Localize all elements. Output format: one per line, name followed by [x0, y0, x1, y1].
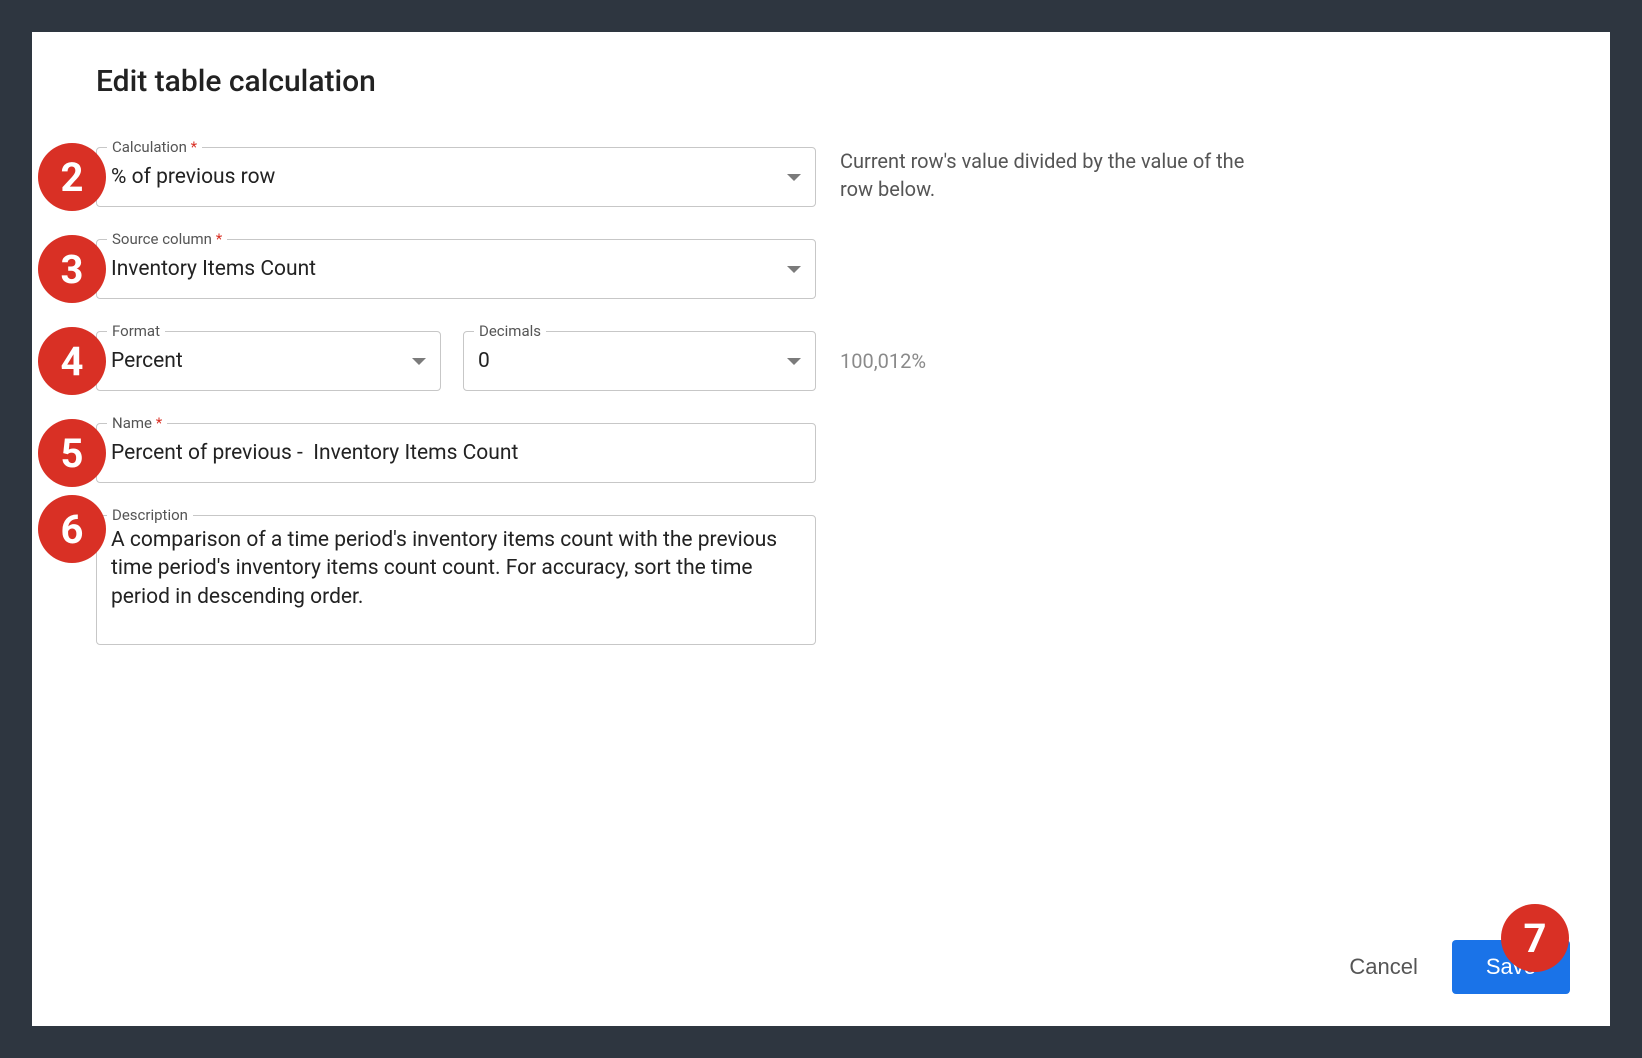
calculation-label: Calculation *: [107, 138, 202, 156]
chevron-down-icon: [787, 174, 801, 181]
format-value: Percent: [111, 349, 404, 373]
name-field-wrap: Name *: [96, 423, 816, 483]
annotation-badge-3: 3: [38, 235, 106, 303]
source-column-select[interactable]: Source column * Inventory Items Count: [96, 239, 816, 299]
format-select[interactable]: Format Percent: [96, 331, 441, 391]
annotation-badge-2: 2: [38, 143, 106, 211]
annotation-badge-6: 6: [38, 495, 106, 563]
description-input[interactable]: [111, 516, 801, 616]
annotation-badge-7: 7: [1501, 904, 1569, 972]
calculation-value: % of previous row: [111, 165, 779, 189]
dialog-title: Edit table calculation: [96, 64, 1546, 99]
description-field-wrap: Description: [96, 515, 816, 645]
annotation-badge-4: 4: [38, 327, 106, 395]
decimals-value: 0: [478, 349, 779, 373]
chevron-down-icon: [412, 358, 426, 365]
cancel-button[interactable]: Cancel: [1343, 944, 1423, 990]
source-column-value: Inventory Items Count: [111, 257, 779, 281]
calculation-helper: Current row's value divided by the value…: [816, 147, 1276, 203]
decimals-select[interactable]: Decimals 0: [463, 331, 816, 391]
chevron-down-icon: [787, 358, 801, 365]
dialog-actions: Cancel 7 Save: [1343, 940, 1570, 994]
decimals-label: Decimals: [474, 322, 546, 340]
annotation-badge-5: 5: [38, 419, 106, 487]
name-label: Name *: [107, 414, 167, 432]
format-label: Format: [107, 322, 165, 340]
edit-table-calculation-dialog: Edit table calculation 2 Calculation * %…: [32, 32, 1610, 1026]
name-input[interactable]: [111, 441, 801, 465]
description-label: Description: [107, 506, 193, 524]
format-preview: 100,012%: [816, 331, 926, 391]
source-column-label: Source column *: [107, 230, 227, 248]
calculation-select[interactable]: Calculation * % of previous row: [96, 147, 816, 207]
chevron-down-icon: [787, 266, 801, 273]
